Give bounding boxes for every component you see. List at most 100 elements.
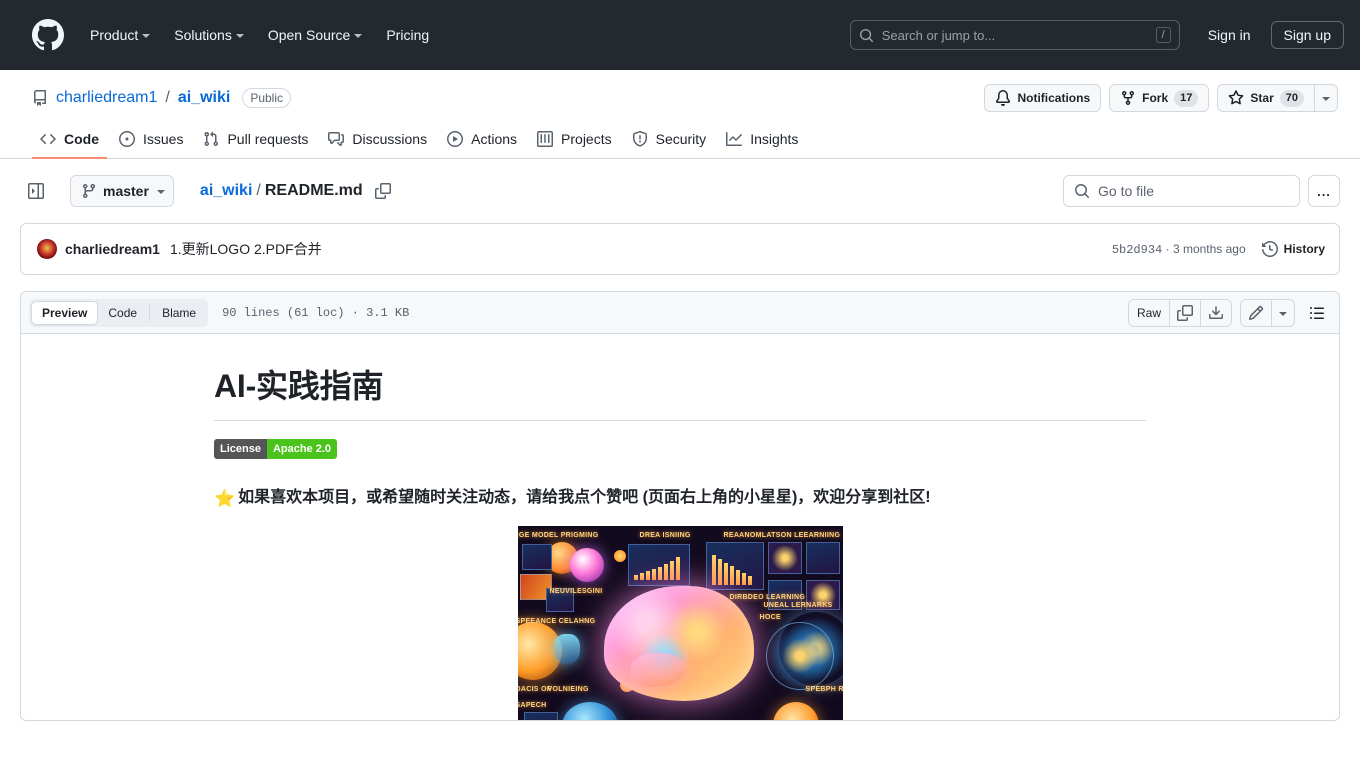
commit-relative-time: 3 months ago bbox=[1172, 241, 1246, 256]
chevron-down-icon bbox=[156, 190, 165, 194]
edit-file-button[interactable] bbox=[1241, 299, 1272, 326]
sign-in-button[interactable]: Sign in bbox=[1196, 21, 1263, 49]
notifications-label: Notifications bbox=[1017, 91, 1091, 105]
raw-button[interactable]: Raw bbox=[1129, 299, 1170, 326]
avatar[interactable] bbox=[37, 239, 57, 259]
table-of-contents-button[interactable] bbox=[1303, 299, 1331, 327]
branch-selector-button[interactable]: master bbox=[70, 175, 174, 207]
view-preview-tab[interactable]: Preview bbox=[31, 300, 99, 325]
tab-security[interactable]: Security bbox=[624, 124, 715, 159]
bell-icon bbox=[996, 90, 1011, 106]
fork-count: 17 bbox=[1174, 89, 1199, 107]
raw-copy-download-group: Raw bbox=[1127, 298, 1232, 327]
chevron-down-icon bbox=[142, 34, 151, 38]
copy-icon[interactable] bbox=[374, 183, 391, 199]
history-link[interactable]: History bbox=[1261, 241, 1325, 257]
search-placeholder: Search or jump to... bbox=[881, 27, 996, 43]
chart-panel-decor bbox=[805, 542, 840, 574]
list-unordered-icon bbox=[1310, 306, 1324, 319]
license-badge[interactable]: License Apache 2.0 bbox=[214, 439, 338, 459]
repo-name-link[interactable]: ai_wiki bbox=[178, 89, 230, 107]
image-caption: DIRBDEO LEARNING bbox=[729, 594, 806, 601]
commit-message[interactable]: 1.更新LOGO 2.PDF合并 bbox=[170, 239, 322, 259]
repository-actions: Notifications Fork 17 Star 70 bbox=[984, 84, 1338, 112]
repository-nav-tabs: Code Issues Pull requests Discussions Ac… bbox=[0, 124, 1360, 159]
tab-pull-requests[interactable]: Pull requests bbox=[195, 124, 316, 159]
nav-item-open-source[interactable]: Open Source bbox=[258, 19, 373, 51]
breadcrumb: ai_wiki / README.md bbox=[200, 182, 391, 200]
nav-item-solutions[interactable]: Solutions bbox=[164, 19, 254, 51]
image-caption: RGE MODEL PRIGMING bbox=[517, 532, 599, 539]
pencil-icon bbox=[1248, 305, 1264, 320]
tab-label: Discussions bbox=[352, 131, 428, 147]
header-right-cluster: Search or jump to... / Sign in Sign up bbox=[849, 0, 1344, 70]
tab-label: Actions bbox=[471, 131, 518, 147]
tab-projects[interactable]: Projects bbox=[529, 124, 620, 159]
tab-actions[interactable]: Actions bbox=[439, 124, 525, 159]
notifications-button[interactable]: Notifications bbox=[984, 84, 1102, 112]
tab-label: Projects bbox=[561, 131, 612, 147]
sign-up-button[interactable]: Sign up bbox=[1270, 21, 1344, 49]
star-icon bbox=[1228, 90, 1244, 105]
view-code-tab[interactable]: Code bbox=[98, 301, 147, 325]
image-caption: DREA ISNIING bbox=[639, 532, 691, 539]
star-dropdown-button[interactable] bbox=[1315, 84, 1338, 112]
image-caption: VOLNIEING bbox=[547, 686, 589, 693]
tab-label: Code bbox=[64, 131, 99, 147]
image-caption: DACIS OF bbox=[517, 686, 552, 693]
tab-code[interactable]: Code bbox=[32, 124, 107, 159]
commit-sha-and-time: 5b2d934 · 3 months ago bbox=[1112, 242, 1246, 257]
comment-discussion-icon bbox=[328, 131, 345, 147]
license-badge-value: Apache 2.0 bbox=[266, 439, 338, 459]
tab-issues[interactable]: Issues bbox=[111, 124, 191, 159]
readme-intro-paragraph: ⭐ 如果喜欢本项目，或希望随时关注动态，请给我点个赞吧 (页面右上角的小星星)，… bbox=[214, 486, 1146, 510]
more-options-button[interactable]: ... bbox=[1308, 175, 1340, 207]
tab-label: Security bbox=[655, 131, 707, 147]
fork-button[interactable]: Fork 17 bbox=[1109, 84, 1210, 112]
repo-visibility-badge: Public bbox=[242, 88, 292, 108]
tab-label: Issues bbox=[143, 131, 184, 147]
ai-concept-illustration: RGE MODEL PRIGMING DREA ISNIING REAANOML… bbox=[517, 526, 843, 720]
fork-label: Fork bbox=[1142, 91, 1169, 105]
tab-label: Pull requests bbox=[227, 131, 309, 147]
go-to-file-input[interactable]: Go to file bbox=[1063, 175, 1300, 207]
code-icon bbox=[40, 131, 56, 147]
file-toolbar-actions: Raw bbox=[1127, 292, 1331, 333]
git-branch-icon bbox=[82, 184, 95, 199]
download-raw-file-button[interactable] bbox=[1201, 300, 1231, 326]
breadcrumb-root-link[interactable]: ai_wiki bbox=[200, 182, 252, 200]
sidebar-expand-icon[interactable] bbox=[20, 175, 52, 207]
image-caption: HOCE bbox=[759, 614, 781, 621]
file-nav-right-cluster: Go to file ... bbox=[1063, 175, 1340, 207]
view-blame-tab[interactable]: Blame bbox=[152, 301, 206, 325]
nav-item-label: Solutions bbox=[174, 27, 232, 43]
github-mark-icon[interactable] bbox=[32, 19, 64, 51]
breadcrumb-separator: / bbox=[256, 182, 261, 199]
nav-item-pricing[interactable]: Pricing bbox=[376, 19, 439, 51]
chart-panel-decor bbox=[627, 544, 690, 586]
history-label: History bbox=[1283, 242, 1325, 256]
image-caption: SAPECH bbox=[517, 702, 547, 709]
edit-dropdown-button[interactable] bbox=[1272, 300, 1294, 326]
commit-author-link[interactable]: charliedream1 bbox=[65, 241, 160, 257]
copy-raw-contents-button[interactable] bbox=[1170, 299, 1201, 326]
tab-discussions[interactable]: Discussions bbox=[320, 124, 435, 159]
nav-item-label: Open Source bbox=[267, 27, 351, 43]
nav-item-product[interactable]: Product bbox=[80, 19, 160, 51]
search-input[interactable]: Search or jump to... / bbox=[849, 20, 1180, 50]
orb-decor bbox=[561, 702, 618, 720]
breadcrumb-current-file: README.md bbox=[264, 182, 363, 199]
star-button[interactable]: Star 70 bbox=[1217, 84, 1315, 112]
badge-row: License Apache 2.0 bbox=[214, 439, 1146, 459]
brain-illustration bbox=[603, 586, 754, 701]
git-pull-request-icon bbox=[203, 131, 219, 147]
copy-icon bbox=[1177, 304, 1193, 321]
license-badge-label: License bbox=[214, 439, 267, 459]
readme-image-wrapper: RGE MODEL PRIGMING DREA ISNIING REAANOML… bbox=[214, 526, 1146, 720]
go-to-file-placeholder: Go to file bbox=[1098, 183, 1155, 199]
repo-owner-link[interactable]: charliedream1 bbox=[56, 89, 157, 107]
commit-sha[interactable]: 5b2d934 bbox=[1112, 243, 1162, 257]
chevron-down-icon bbox=[1322, 97, 1330, 101]
star-label: Star bbox=[1250, 91, 1274, 105]
tab-insights[interactable]: Insights bbox=[718, 124, 806, 159]
